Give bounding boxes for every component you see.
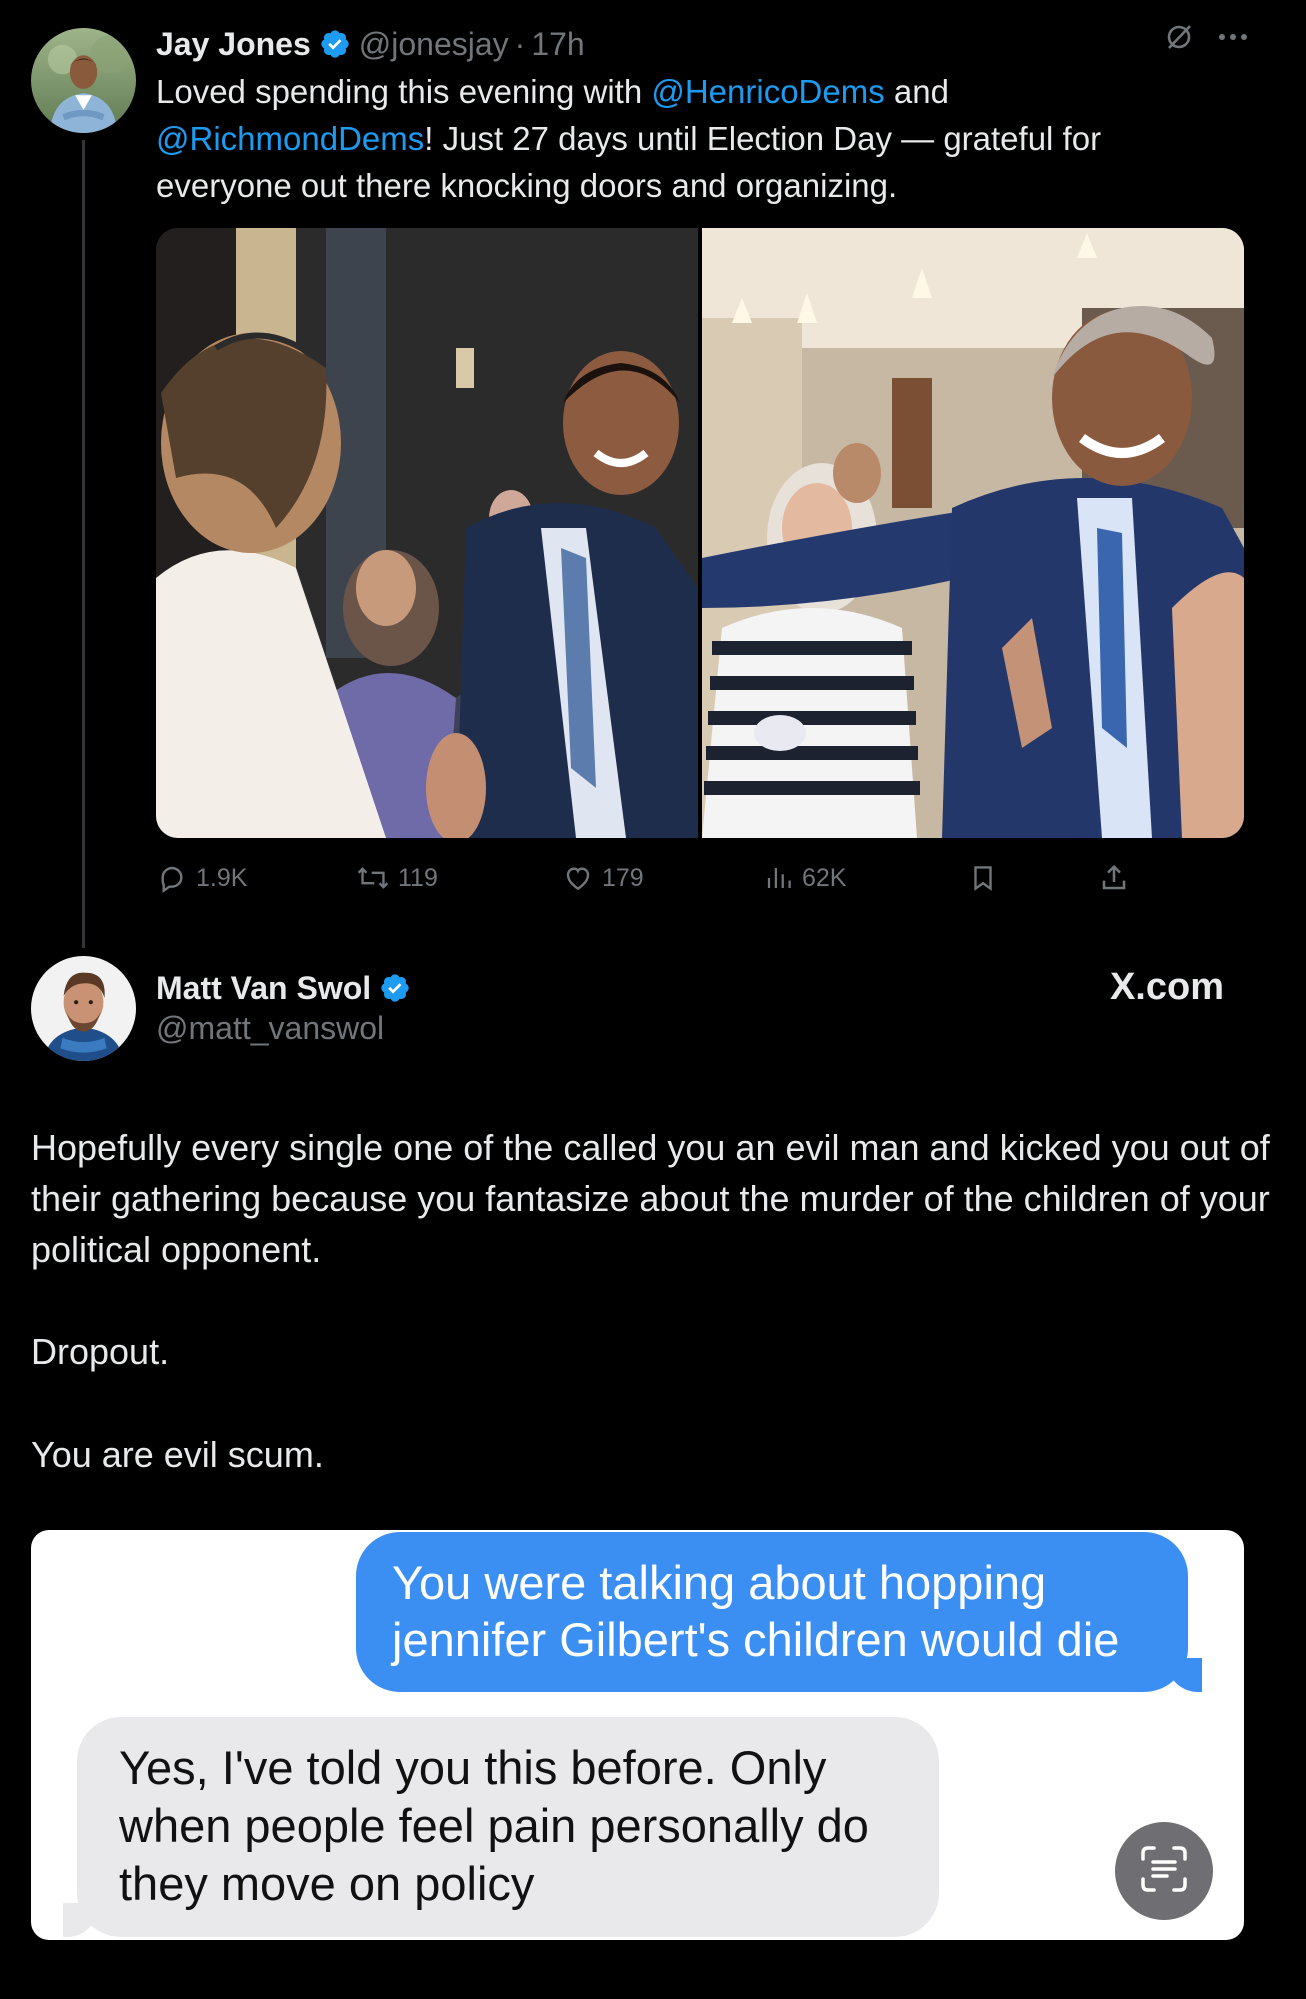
tweet1-action-bar: 1.9K 119 179 62K xyxy=(156,858,1136,898)
more-options-icon[interactable] xyxy=(1218,33,1248,41)
avatar-matt-van-swol[interactable] xyxy=(31,956,136,1061)
views-count: 62K xyxy=(802,863,847,892)
author-handle[interactable]: @matt_vanswol xyxy=(156,1010,384,1047)
tweet1-text: Loved spending this evening with @Henric… xyxy=(156,68,1236,209)
tweet1-text-part: and xyxy=(884,73,949,110)
like-count: 179 xyxy=(602,863,644,892)
sent-message-bubble: You were talking about hopping jennifer … xyxy=(356,1532,1202,1692)
tweet1-top-icons xyxy=(1164,22,1248,52)
verified-badge-icon xyxy=(319,28,351,60)
grok-icon[interactable] xyxy=(1164,22,1194,52)
views-button[interactable]: 62K xyxy=(764,858,846,898)
author-handle[interactable]: @jonesjay xyxy=(359,26,509,63)
reply-icon xyxy=(156,862,188,894)
reply-button[interactable]: 1.9K xyxy=(156,858,247,898)
author-name[interactable]: Jay Jones xyxy=(156,26,311,63)
heart-icon xyxy=(562,862,594,894)
tweet1-header: Jay Jones @jonesjay · 17h xyxy=(156,22,585,66)
mention-henricodems[interactable]: @HenricoDems xyxy=(651,73,884,110)
author-name[interactable]: Matt Van Swol xyxy=(156,970,371,1007)
live-text-scan-button[interactable] xyxy=(1115,1822,1213,1920)
repost-count: 119 xyxy=(398,863,438,892)
like-button[interactable]: 179 xyxy=(562,858,644,898)
x-com-watermark: X.com xyxy=(1109,966,1224,1008)
event-photo-right[interactable] xyxy=(702,228,1244,838)
repost-button[interactable]: 119 xyxy=(356,858,438,898)
event-photo-left[interactable] xyxy=(156,228,698,838)
repost-icon xyxy=(356,862,390,894)
share-icon xyxy=(1098,862,1130,894)
embedded-message-screenshot[interactable]: You were talking about hopping jennifer … xyxy=(31,1530,1244,1940)
share-button[interactable] xyxy=(1098,858,1130,898)
received-message-bubble: Yes, I've told you this before. Only whe… xyxy=(63,1717,939,1937)
tweet2-paragraph-2: Dropout. xyxy=(31,1331,170,1372)
views-chart-icon xyxy=(764,862,794,894)
tweet1-text-part: Loved spending this evening with xyxy=(156,73,652,110)
bookmark-icon xyxy=(968,862,998,894)
separator-dot: · xyxy=(514,25,526,62)
bookmark-button[interactable] xyxy=(968,858,998,898)
tweet1-media-grid xyxy=(156,228,1244,838)
tweet2-paragraph-1: Hopefully every single one of the called… xyxy=(31,1127,1270,1270)
reply-count: 1.9K xyxy=(196,863,248,892)
mention-richmonddems[interactable]: @RichmondDems xyxy=(156,120,424,157)
verified-badge-icon xyxy=(379,972,411,1004)
avatar-jay-jones[interactable] xyxy=(31,28,136,133)
text-scan-icon xyxy=(1137,1842,1191,1901)
tweet2-paragraph-3: You are evil scum. xyxy=(31,1434,324,1475)
tweet2-name-row: Matt Van Swol xyxy=(156,966,419,1010)
post-time[interactable]: 17h xyxy=(531,26,584,63)
thread-connector-line xyxy=(82,140,85,948)
